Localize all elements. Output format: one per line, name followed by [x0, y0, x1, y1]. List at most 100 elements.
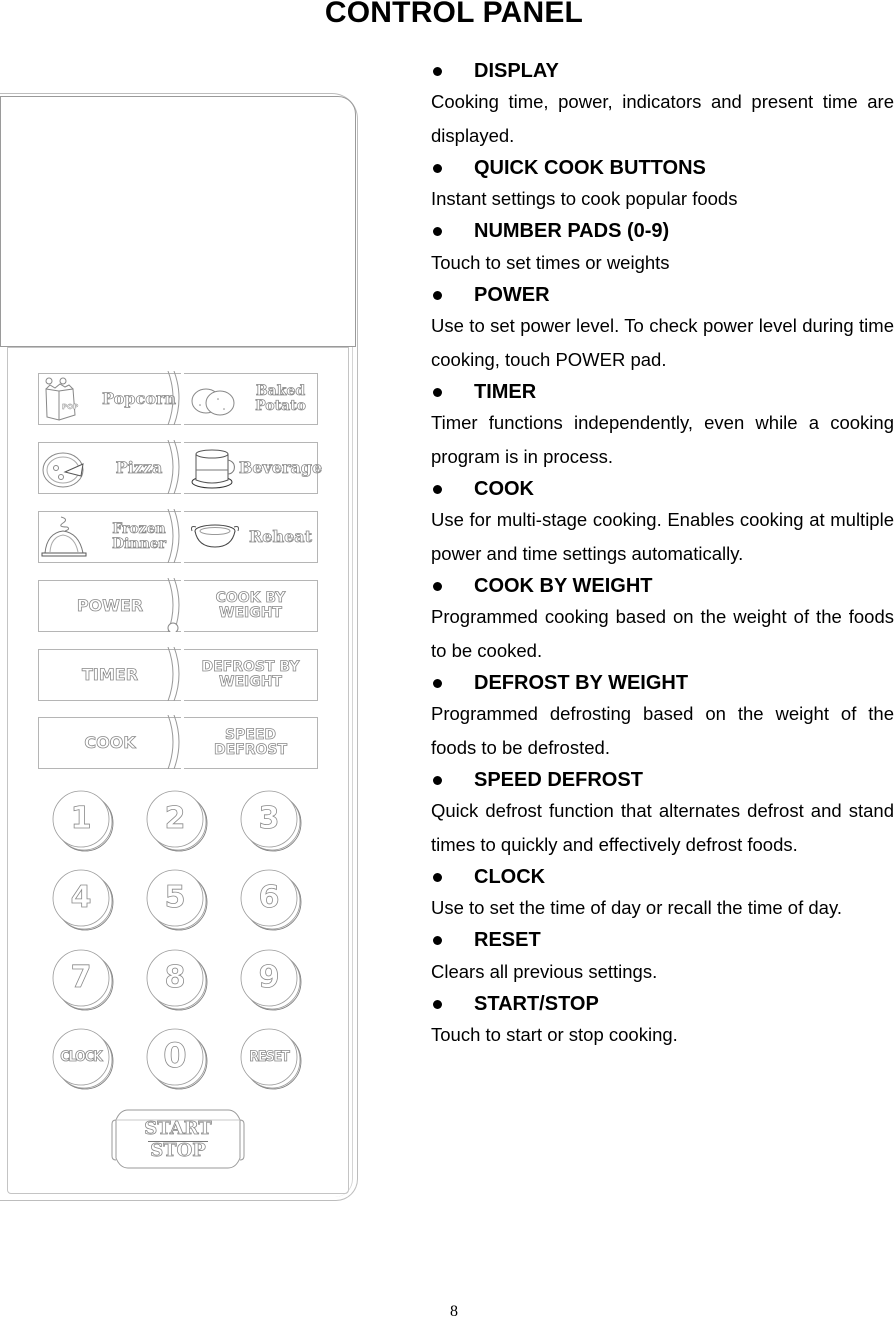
start-stop-button[interactable]: START STOP [110, 1108, 246, 1170]
pizza-icon [41, 446, 87, 490]
number-pad-1[interactable]: 1 [52, 790, 114, 852]
number-pad-0[interactable]: 0 [146, 1028, 208, 1090]
description-body: Use to set power level. To check power l… [431, 315, 894, 370]
number-pad-8[interactable]: 8 [146, 949, 208, 1011]
number-pad-label: 8 [164, 960, 186, 996]
pad-divider-arc [167, 371, 180, 425]
description-item: CLOCK Use to set the time of day or recal… [431, 863, 894, 925]
description-item: COOK Use for multi-stage cooking. Enables… [431, 475, 894, 570]
heading-text: NUMBER PADS (0-9) [474, 220, 670, 242]
description-heading: QUICK COOK BUTTONS [431, 154, 894, 182]
beverage-cup-icon [190, 446, 236, 490]
pad-row: Frozen Dinner Reheat [38, 509, 318, 563]
bullet-icon [433, 936, 442, 945]
description-heading: POWER [431, 281, 894, 309]
description-item: COOK BY WEIGHT Programmed cooking based o… [431, 572, 894, 667]
bullet-icon [433, 66, 442, 76]
frozen-dinner-pad[interactable]: Frozen Dinner [38, 511, 181, 563]
bullet-icon [433, 775, 442, 785]
pad-divider-arc [167, 509, 180, 563]
pad-divider-arc [167, 715, 180, 769]
pad-row: Pizza Beverage [38, 440, 323, 494]
page-number: 8 [450, 1303, 458, 1320]
description-body: Timer functions independently, even whil… [431, 412, 894, 467]
description-heading: COOK BY WEIGHT [431, 572, 894, 600]
description-body: Programmed defrosting based on the weigh… [431, 703, 894, 758]
speed-defrost-pad[interactable]: SPEED DEFROST [184, 717, 318, 769]
svg-text:POP: POP [62, 403, 78, 411]
heading-text: TIMER [474, 380, 537, 403]
heading-text: CLOCK [474, 865, 546, 888]
timer-pad[interactable]: TIMER [38, 649, 181, 701]
description-body: Quick defrost function that alternates d… [431, 800, 894, 855]
pad-label: TIMER [81, 664, 139, 684]
stop-label: STOP [150, 1140, 206, 1161]
description-body: Touch to set times or weights [431, 251, 670, 273]
description-heading: NUMBER PADS (0-9) [431, 218, 894, 246]
pizza-pad[interactable]: Pizza [38, 442, 181, 494]
defrost-by-weight-pad[interactable]: DEFROST BY WEIGHT [184, 649, 318, 701]
baked-potato-pad[interactable]: Baked Potato [184, 373, 318, 425]
reset-button[interactable]: RESET [240, 1028, 302, 1090]
number-pad-label: CLOCK [60, 1048, 103, 1065]
cook-pad[interactable]: COOK [38, 717, 181, 769]
number-pad-label: 9 [258, 960, 280, 996]
pad-label: SPEED DEFROST [213, 727, 288, 758]
description-item: DEFROST BY WEIGHT Programmed defrosting b… [431, 669, 894, 764]
display-window [0, 96, 356, 347]
bullet-icon [433, 678, 442, 688]
heading-text: POWER [474, 283, 550, 306]
number-pad-9[interactable]: 9 [240, 949, 302, 1011]
pad-label: Popcorn [102, 388, 177, 408]
heading-text: START/STOP [474, 992, 599, 1015]
description-heading: RESET [431, 927, 894, 955]
pad-row: POP Popcorn Baked Potato [38, 371, 318, 425]
description-heading: SPEED DEFROST [431, 766, 894, 794]
description-body: Programmed cooking based on the weight o… [431, 606, 894, 661]
description-item: TIMER Timer functions independently, even… [431, 378, 894, 473]
pad-divider-arc [167, 647, 180, 701]
description-item: POWER Use to set power level. To check po… [431, 281, 894, 376]
reheat-pad[interactable]: Reheat [184, 511, 318, 563]
pad-label: Frozen Dinner [111, 521, 167, 552]
bullet-icon [433, 484, 442, 494]
description-heading: DISPLAY [431, 57, 894, 85]
popcorn-pad[interactable]: POP Popcorn [38, 373, 181, 425]
bullet-icon [433, 227, 442, 236]
description-heading: COOK [431, 475, 894, 503]
bullet-icon [433, 581, 442, 591]
number-pad-4[interactable]: 4 [52, 869, 114, 931]
heading-text: COOK [474, 477, 534, 500]
beverage-pad[interactable]: Beverage [184, 442, 323, 494]
heading-text: COOK BY WEIGHT [474, 574, 653, 597]
number-pad-5[interactable]: 5 [146, 869, 208, 931]
description-body: Cooking time, power, indicators and pres… [431, 91, 894, 146]
heading-text: DISPLAY [474, 59, 559, 82]
description-body: Use to set the time of day or recall the… [431, 897, 842, 918]
number-pad-label: 5 [164, 880, 186, 916]
number-pad-label: 4 [70, 880, 92, 916]
description-body: Touch to start or stop cooking. [431, 1024, 678, 1045]
clock-button[interactable]: CLOCK [52, 1028, 114, 1090]
number-pad-2[interactable]: 2 [146, 790, 208, 852]
description-body: Clears all previous settings. [431, 960, 658, 982]
cook-by-weight-pad[interactable]: COOK BY WEIGHT [184, 580, 318, 632]
pad-label: Baked Potato [255, 383, 307, 414]
power-pad[interactable]: POWER [38, 580, 181, 632]
number-pad-label: 2 [164, 801, 186, 837]
bullet-icon [433, 872, 442, 882]
number-pad-label: 7 [70, 960, 92, 996]
bullet-icon [433, 999, 442, 1009]
number-pad-6[interactable]: 6 [240, 869, 302, 931]
pad-label: Beverage [238, 457, 323, 477]
heading-text: RESET [474, 929, 541, 951]
description-item: DISPLAY Cooking time, power, indicators a… [431, 57, 894, 152]
number-pad-7[interactable]: 7 [52, 949, 114, 1011]
bullet-icon [433, 290, 442, 300]
description-item: SPEED DEFROST Quick defrost function that… [431, 766, 894, 861]
pad-row: POWER COOK BY WEIGHT [38, 578, 318, 632]
number-pad-3[interactable]: 3 [240, 790, 302, 852]
pad-label: POWER [76, 595, 144, 615]
pad-divider-arc [167, 440, 180, 494]
pad-label: Pizza [115, 457, 163, 477]
